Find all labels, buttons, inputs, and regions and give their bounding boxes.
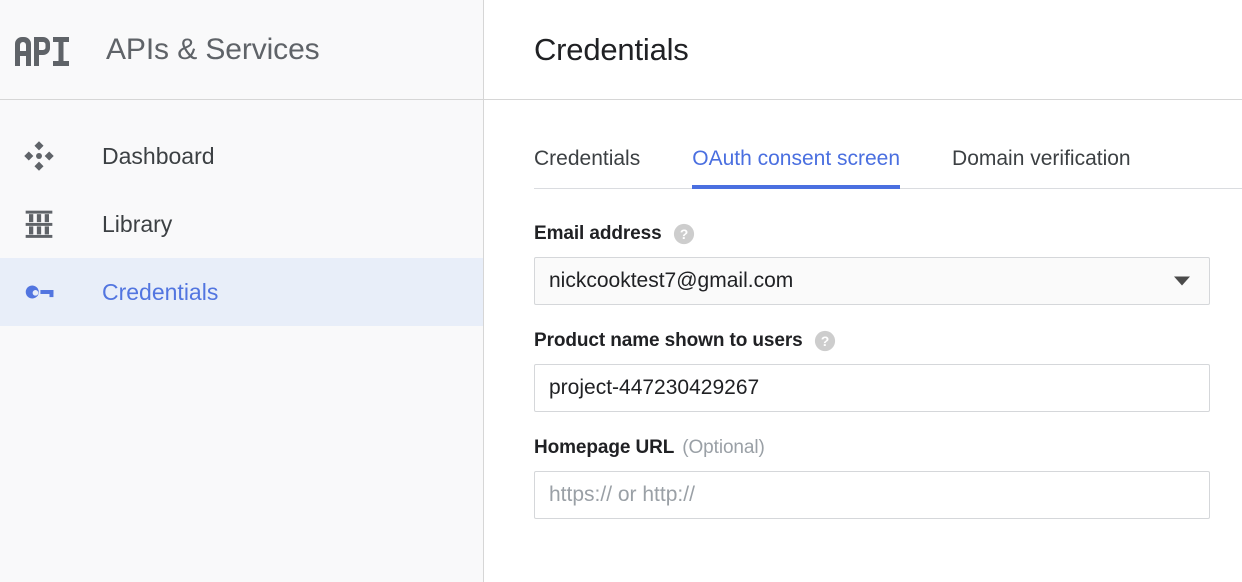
api-logo-icon: [6, 33, 78, 67]
app-root: APIs & Services Dashboard: [0, 0, 1242, 582]
key-icon: [0, 275, 78, 309]
field-label: Product name shown to users ?: [534, 330, 1210, 352]
field-label-text: Product name shown to users: [534, 330, 803, 352]
content-panel: Credentials Credentials OAuth consent sc…: [484, 0, 1242, 582]
tab-domain-verification[interactable]: Domain verification: [952, 147, 1131, 189]
sidebar-item-dashboard[interactable]: Dashboard: [0, 122, 483, 190]
sidebar-item-library[interactable]: Library: [0, 190, 483, 258]
tab-label: Domain verification: [952, 147, 1131, 170]
tab-label: Credentials: [534, 147, 640, 170]
page-title: Credentials: [534, 32, 689, 68]
tab-bar: Credentials OAuth consent screen Domain …: [534, 146, 1242, 189]
homepage-url-input[interactable]: https:// or http://: [534, 471, 1210, 519]
brand-title: APIs & Services: [78, 33, 320, 67]
svg-text:?: ?: [820, 334, 828, 349]
field-label: Homepage URL (Optional): [534, 437, 1210, 459]
svg-text:?: ?: [679, 227, 687, 242]
email-address-select[interactable]: nickcooktest7@gmail.com: [534, 257, 1210, 305]
sidebar-nav: Dashboard: [0, 100, 483, 326]
tab-label: OAuth consent screen: [692, 147, 900, 170]
field-label: Email address ?: [534, 223, 1210, 245]
homepage-url-placeholder: https:// or http://: [549, 483, 695, 507]
sidebar: APIs & Services Dashboard: [0, 0, 484, 582]
dashboard-icon: [0, 139, 78, 173]
brand-header: APIs & Services: [0, 0, 483, 100]
field-label-text: Homepage URL: [534, 437, 674, 459]
help-circle-icon[interactable]: ?: [814, 330, 836, 352]
help-circle-icon[interactable]: ?: [673, 223, 695, 245]
library-icon: [0, 208, 78, 240]
sidebar-item-label: Library: [78, 211, 172, 238]
email-address-value: nickcooktest7@gmail.com: [549, 269, 793, 293]
content-header: Credentials: [484, 0, 1242, 100]
field-optional-text: (Optional): [682, 437, 764, 459]
field-email-address: Email address ? nickcooktest7@gmail.com: [534, 223, 1210, 305]
oauth-consent-form: Email address ? nickcooktest7@gmail.com: [484, 189, 1242, 544]
field-label-text: Email address: [534, 223, 662, 245]
field-homepage-url: Homepage URL (Optional) https:// or http…: [534, 437, 1210, 519]
sidebar-item-label: Credentials: [78, 279, 218, 306]
field-product-name: Product name shown to users ? project-44…: [534, 330, 1210, 412]
tab-oauth-consent-screen[interactable]: OAuth consent screen: [692, 147, 900, 189]
sidebar-item-label: Dashboard: [78, 143, 215, 170]
product-name-input[interactable]: project-447230429267: [534, 364, 1210, 412]
tab-credentials[interactable]: Credentials: [534, 147, 640, 189]
sidebar-item-credentials[interactable]: Credentials: [0, 258, 483, 326]
product-name-value: project-447230429267: [549, 376, 759, 400]
chevron-down-icon[interactable]: [1173, 275, 1191, 287]
